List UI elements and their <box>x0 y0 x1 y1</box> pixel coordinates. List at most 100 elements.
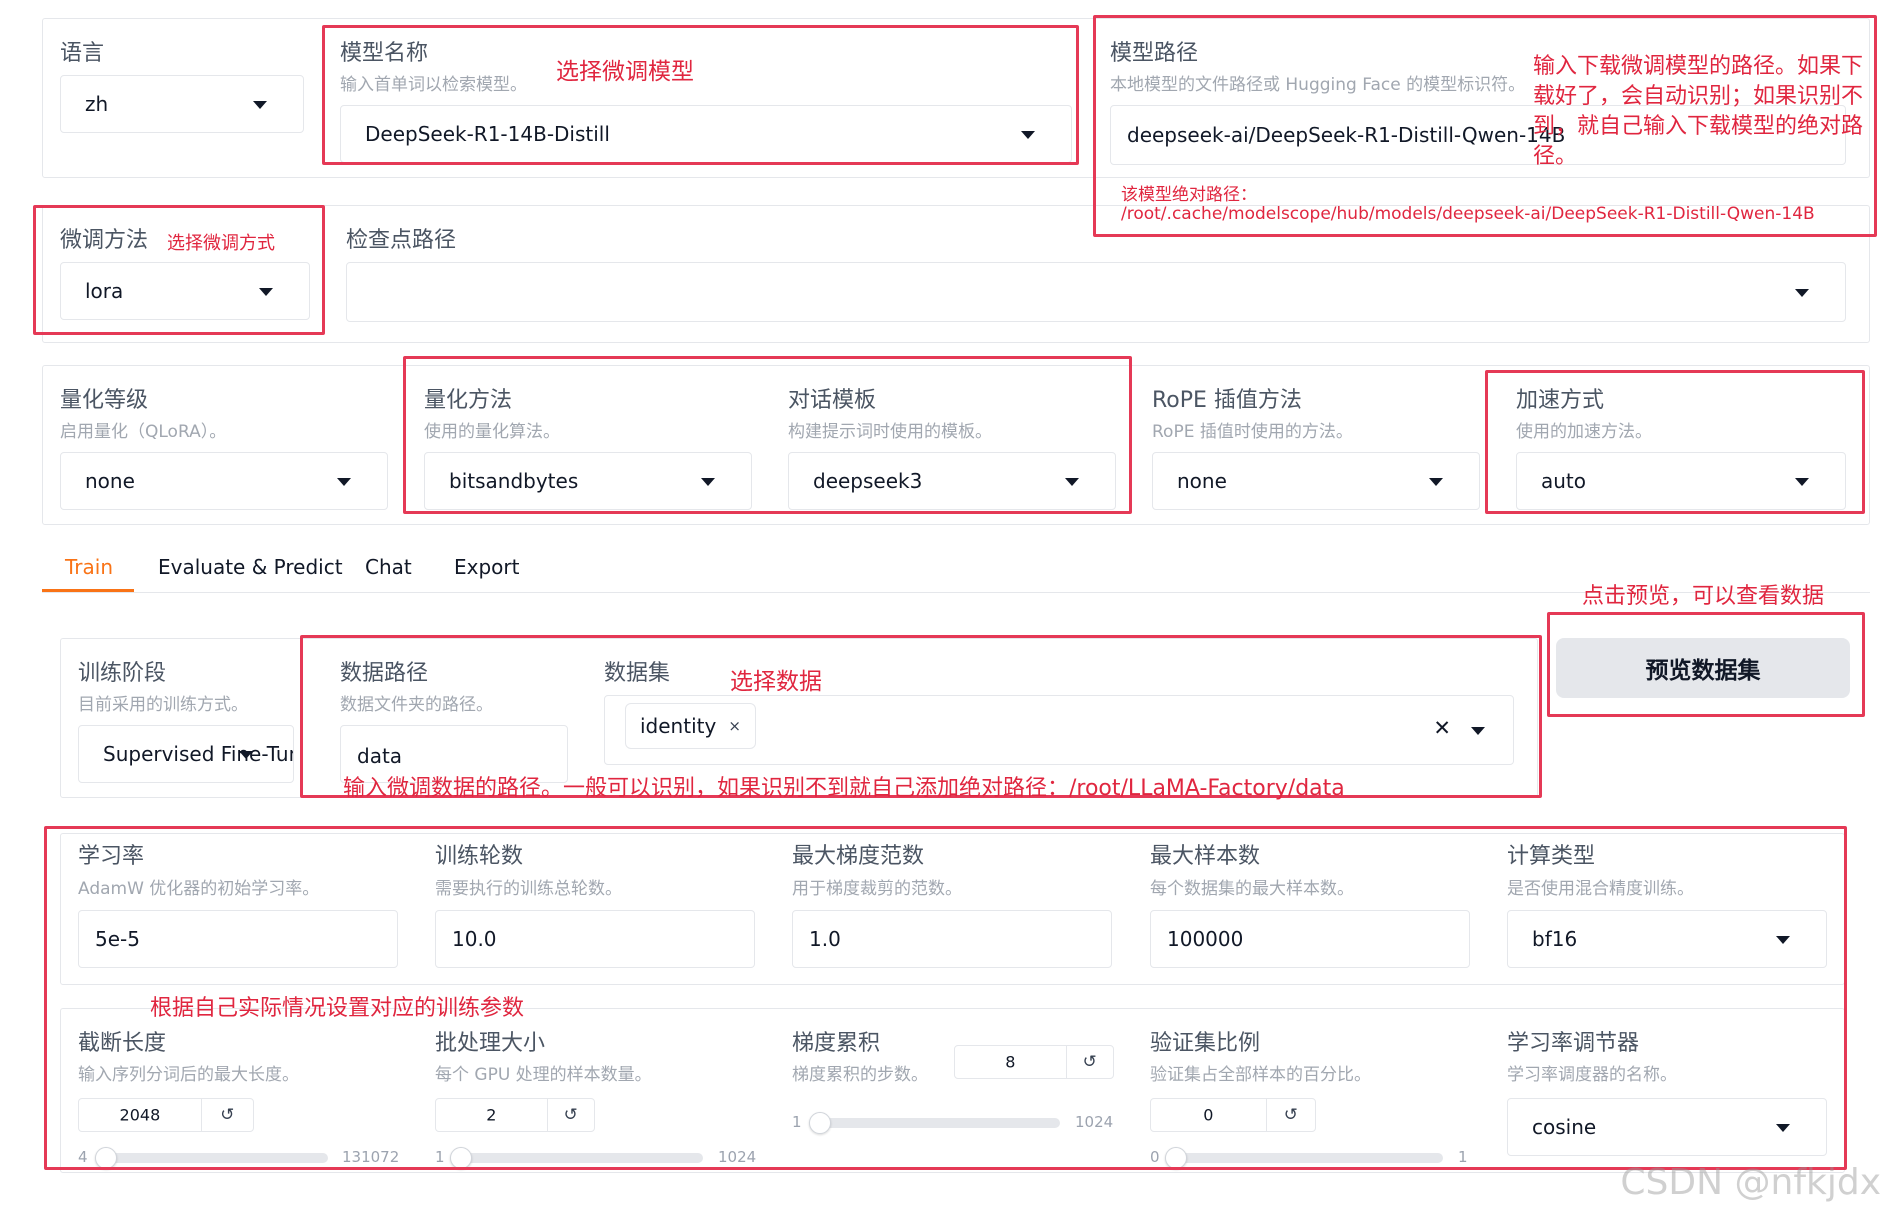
batch-size-value: 2 <box>486 1105 497 1125</box>
note-params: 根据自己实际情况设置对应的训练参数 <box>150 996 525 1021</box>
reset-icon[interactable]: ↺ <box>546 1099 594 1131</box>
model-path-value: deepseek-ai/DeepSeek-R1-Distill-Qwen-14B <box>1127 123 1566 147</box>
chevron-down-icon <box>239 751 253 759</box>
epochs-value: 10.0 <box>452 927 497 951</box>
quant-bit-info: 启用量化（QLoRA）。 <box>60 422 227 442</box>
reset-icon[interactable]: ↺ <box>1265 1099 1315 1131</box>
rope-dropdown[interactable]: none <box>1152 452 1480 510</box>
cutoff-len-min: 4 <box>78 1148 88 1166</box>
stage-value: Supervised Fine-Tun <box>103 742 294 766</box>
lang-value: zh <box>85 92 109 116</box>
booster-dropdown[interactable]: auto <box>1516 452 1846 510</box>
template-dropdown[interactable]: deepseek3 <box>788 452 1116 510</box>
template-value: deepseek3 <box>813 469 923 493</box>
note-model-path: 输入下载微调模型的路径。如果下载好了，会自动识别；如果识别不到，就自己输入下载模… <box>1533 54 1864 169</box>
compute-type-info: 是否使用混合精度训练。 <box>1507 879 1694 899</box>
batch-size-label: 批处理大小 <box>435 1031 546 1056</box>
checkpoint-dropdown[interactable] <box>346 262 1846 322</box>
note-abs-path-label: 该模型绝对路径： <box>1121 185 1257 205</box>
cutoff-len-value: 2048 <box>119 1105 161 1125</box>
model-name-label: 模型名称 <box>340 41 429 66</box>
stage-dropdown[interactable]: Supervised Fine-Tun <box>78 725 294 783</box>
batch-size-max: 1024 <box>718 1148 757 1166</box>
lr-scheduler-dropdown[interactable]: cosine <box>1507 1098 1827 1156</box>
tab-chat[interactable]: Chat <box>365 555 412 579</box>
val-size-number[interactable]: 0 ↺ <box>1150 1098 1316 1132</box>
note-select-data: 选择数据 <box>730 669 822 695</box>
chevron-down-icon <box>253 101 267 109</box>
grad-accum-number[interactable]: 8 ↺ <box>954 1045 1114 1079</box>
chevron-down-icon[interactable] <box>1471 727 1485 735</box>
epochs-label: 训练轮数 <box>435 844 524 869</box>
val-size-max: 1 <box>1458 1148 1468 1166</box>
clear-all-icon[interactable]: ✕ <box>1433 716 1451 740</box>
compute-type-label: 计算类型 <box>1507 844 1596 869</box>
quant-method-value: bitsandbytes <box>449 469 579 493</box>
batch-size-slider[interactable] <box>458 1153 703 1163</box>
lr-scheduler-value: cosine <box>1532 1115 1597 1139</box>
template-info: 构建提示词时使用的模板。 <box>788 422 992 442</box>
model-name-dropdown[interactable]: DeepSeek-R1-14B-Distill <box>340 105 1072 163</box>
cutoff-len-label: 截断长度 <box>78 1031 167 1056</box>
dataset-dir-value: data <box>357 744 403 768</box>
chevron-down-icon <box>1795 289 1809 297</box>
model-name-value: DeepSeek-R1-14B-Distill <box>365 122 610 146</box>
chip-remove-icon[interactable]: × <box>728 717 741 735</box>
max-grad-norm-value: 1.0 <box>809 927 841 951</box>
grad-accum-value: 8 <box>1005 1052 1016 1072</box>
dataset-multiselect[interactable]: identity × ✕ <box>604 695 1514 765</box>
val-size-slider-thumb[interactable] <box>1165 1147 1187 1169</box>
chevron-down-icon <box>1021 131 1035 139</box>
lr-input[interactable]: 5e-5 <box>78 910 398 968</box>
max-samples-value: 100000 <box>1167 927 1244 951</box>
lang-dropdown[interactable]: zh <box>60 75 304 133</box>
finetune-method-label: 微调方法 <box>60 228 149 253</box>
epochs-info: 需要执行的训练总轮数。 <box>435 879 622 899</box>
preview-dataset-button[interactable]: 预览数据集 <box>1556 638 1850 698</box>
val-size-info: 验证集占全部样本的百分比。 <box>1150 1065 1371 1085</box>
quant-method-info: 使用的量化算法。 <box>424 422 560 442</box>
lr-label: 学习率 <box>78 844 145 869</box>
lr-scheduler-info: 学习率调度器的名称。 <box>1507 1065 1677 1085</box>
rope-info: RoPE 插值时使用的方法。 <box>1152 422 1353 442</box>
note-abs-path: /root/.cache/modelscope/hub/models/deeps… <box>1121 204 1815 224</box>
compute-type-dropdown[interactable]: bf16 <box>1507 910 1827 968</box>
grad-accum-slider[interactable] <box>815 1118 1060 1128</box>
finetune-method-dropdown[interactable]: lora <box>60 262 310 320</box>
max-samples-input[interactable]: 100000 <box>1150 910 1470 968</box>
val-size-slider[interactable] <box>1173 1153 1443 1163</box>
cutoff-len-slider[interactable] <box>100 1153 328 1163</box>
cutoff-len-number[interactable]: 2048 ↺ <box>78 1098 254 1132</box>
grad-accum-max: 1024 <box>1075 1113 1114 1131</box>
model-path-label: 模型路径 <box>1110 41 1199 66</box>
lang-label: 语言 <box>60 41 105 66</box>
chevron-down-icon <box>1795 478 1809 486</box>
epochs-input[interactable]: 10.0 <box>435 910 755 968</box>
quant-bit-dropdown[interactable]: none <box>60 452 388 510</box>
grad-accum-slider-thumb[interactable] <box>808 1112 831 1134</box>
booster-info: 使用的加速方法。 <box>1516 422 1652 442</box>
tab-evaluate-predict[interactable]: Evaluate & Predict <box>158 555 343 579</box>
chevron-down-icon <box>337 478 351 486</box>
note-select-method: 选择微调方式 <box>167 233 275 254</box>
max-grad-norm-input[interactable]: 1.0 <box>792 910 1112 968</box>
dataset-dir-label: 数据路径 <box>340 661 429 686</box>
tab-train[interactable]: Train <box>65 555 113 579</box>
quant-method-dropdown[interactable]: bitsandbytes <box>424 452 752 510</box>
booster-value: auto <box>1541 469 1587 493</box>
max-samples-label: 最大样本数 <box>1150 844 1261 869</box>
dataset-chip-label: identity <box>640 714 717 738</box>
stage-info: 目前采用的训练方式。 <box>78 695 248 715</box>
lr-info: AdamW 优化器的初始学习率。 <box>78 879 320 899</box>
compute-type-value: bf16 <box>1532 927 1578 951</box>
grad-accum-min: 1 <box>792 1113 802 1131</box>
reset-icon[interactable]: ↺ <box>1065 1046 1113 1078</box>
rope-label: RoPE 插值方法 <box>1152 388 1302 413</box>
note-select-model: 选择微调模型 <box>556 59 694 85</box>
batch-size-info: 每个 GPU 处理的样本数量。 <box>435 1065 652 1085</box>
tab-export[interactable]: Export <box>454 555 519 579</box>
batch-size-number[interactable]: 2 ↺ <box>435 1098 595 1132</box>
reset-icon[interactable]: ↺ <box>200 1099 253 1131</box>
chevron-down-icon <box>1776 936 1790 944</box>
val-size-min: 0 <box>1150 1148 1160 1166</box>
